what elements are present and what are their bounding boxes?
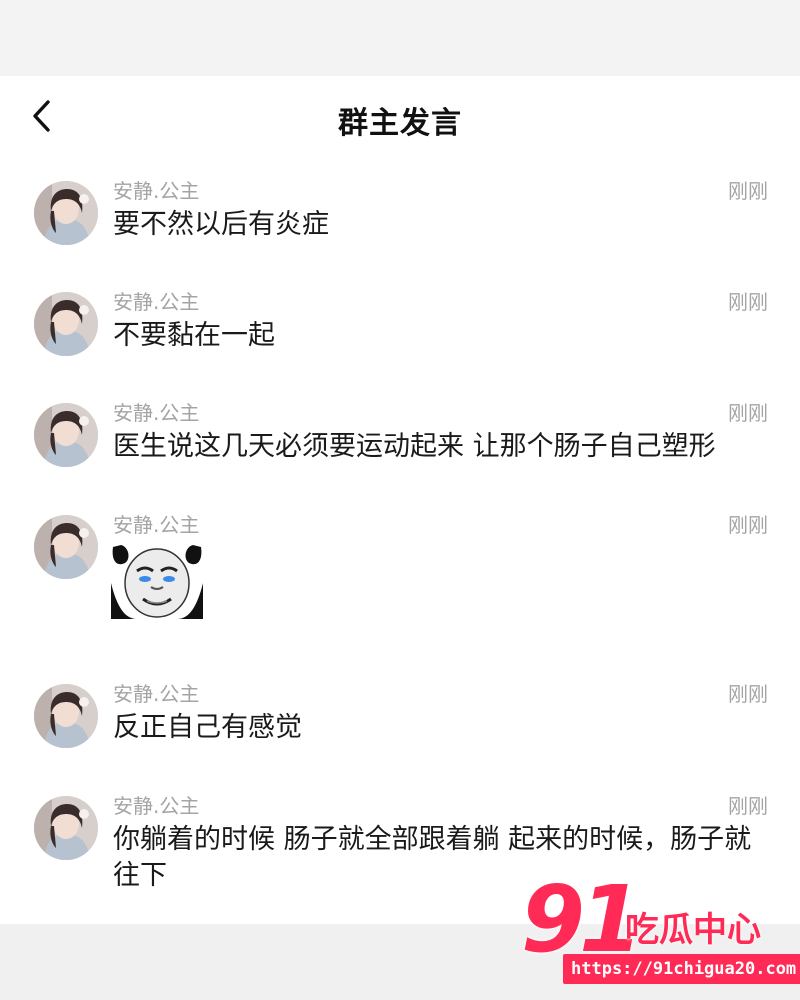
user-avatar-icon <box>34 684 98 748</box>
avatar[interactable] <box>34 796 98 860</box>
message-text: 医生说这几天必须要运动起来 让那个肠子自己塑形 <box>113 431 716 462</box>
user-avatar-icon <box>34 181 98 245</box>
sender-name: 安静.公主 <box>113 794 200 818</box>
top-background <box>0 0 800 76</box>
header-bar: 群主发言 <box>0 76 800 164</box>
timestamp: 刚刚 <box>728 401 768 425</box>
user-avatar-icon <box>34 515 98 579</box>
sender-name: 安静.公主 <box>113 179 200 203</box>
user-avatar-icon <box>34 403 98 467</box>
avatar[interactable] <box>34 292 98 356</box>
user-avatar-icon <box>34 292 98 356</box>
timestamp: 刚刚 <box>728 179 768 203</box>
timestamp: 刚刚 <box>728 513 768 537</box>
message-text: 反正自己有感觉 <box>113 712 302 743</box>
avatar[interactable] <box>34 684 98 748</box>
sender-name: 安静.公主 <box>113 682 200 706</box>
timestamp: 刚刚 <box>728 794 768 818</box>
sender-name: 安静.公主 <box>113 290 200 314</box>
timestamp: 刚刚 <box>728 290 768 314</box>
user-avatar-icon <box>34 796 98 860</box>
site-watermark: 91 吃瓜中心 https://91chigua20.com <box>515 866 800 990</box>
watermark-brand: 吃瓜中心 <box>625 910 761 950</box>
sticker-image[interactable] <box>111 543 203 619</box>
page-title: 群主发言 <box>338 106 462 141</box>
sender-name: 安静.公主 <box>113 401 200 425</box>
sender-name: 安静.公主 <box>113 513 200 537</box>
message-text: 不要黏在一起 <box>113 320 275 351</box>
message-text: 要不然以后有炎症 <box>113 209 329 240</box>
watermark-url: https://91chigua20.com <box>563 954 800 984</box>
timestamp: 刚刚 <box>728 682 768 706</box>
avatar[interactable] <box>34 403 98 467</box>
announcement-panel: 群主发言 安静.公主 刚刚 要不然以后有炎症 安静.公主 刚刚 不要黏在一起 安… <box>0 76 800 924</box>
avatar[interactable] <box>34 515 98 579</box>
avatar[interactable] <box>34 181 98 245</box>
panda-face-sticker-icon <box>111 543 203 619</box>
